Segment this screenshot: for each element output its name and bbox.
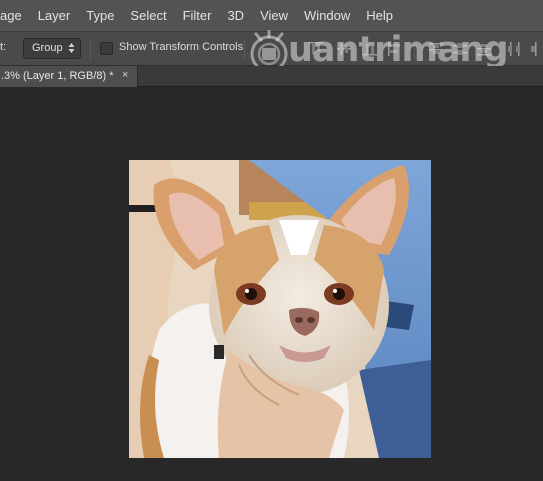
menu-filter[interactable]: Filter <box>175 0 220 32</box>
menu-bar: age Layer Type Select Filter 3D View Win… <box>0 0 543 32</box>
distribute-vertical-center-icon[interactable] <box>452 40 468 58</box>
align-left-icon[interactable] <box>386 40 402 58</box>
document-tab[interactable]: .3% (Layer 1, RGB/8) * × <box>0 66 138 87</box>
align-bottom-icon[interactable] <box>362 40 378 58</box>
menu-type[interactable]: Type <box>78 0 122 32</box>
document-tab-bar: .3% (Layer 1, RGB/8) * × <box>0 66 543 87</box>
show-transform-label: Show Transform Controls <box>119 41 244 53</box>
menu-window[interactable]: Window <box>296 0 358 32</box>
canvas-workspace[interactable] <box>0 88 543 481</box>
menu-layer[interactable]: Layer <box>30 0 79 32</box>
distribute-left-icon[interactable] <box>507 40 523 58</box>
close-icon[interactable]: × <box>122 69 128 81</box>
menu-help[interactable]: Help <box>358 0 401 32</box>
align-top-icon[interactable] <box>308 40 324 58</box>
show-transform-checkbox[interactable] <box>100 42 113 55</box>
stepper-arrows-icon <box>68 43 75 53</box>
menu-view[interactable]: View <box>252 0 296 32</box>
distribute-bottom-icon[interactable] <box>476 40 492 58</box>
menu-select[interactable]: Select <box>122 0 174 32</box>
chihuahua-photo <box>129 160 431 458</box>
auto-select-dropdown[interactable]: Group <box>23 38 81 59</box>
document-image <box>129 160 431 458</box>
distribute-top-icon[interactable] <box>428 40 444 58</box>
document-tab-title: .3% (Layer 1, RGB/8) * <box>1 70 114 82</box>
menu-image[interactable]: age <box>0 0 30 32</box>
auto-select-label: t: <box>0 41 7 53</box>
divider <box>414 38 415 60</box>
distribute-horizontal-center-icon[interactable] <box>528 40 543 58</box>
auto-select-value: Group <box>32 42 63 54</box>
menu-3d[interactable]: 3D <box>219 0 252 32</box>
divider <box>244 38 245 60</box>
divider <box>90 38 91 60</box>
options-bar: t: Group Show Transform Controls <box>0 32 543 66</box>
align-vertical-center-icon[interactable] <box>336 40 352 58</box>
